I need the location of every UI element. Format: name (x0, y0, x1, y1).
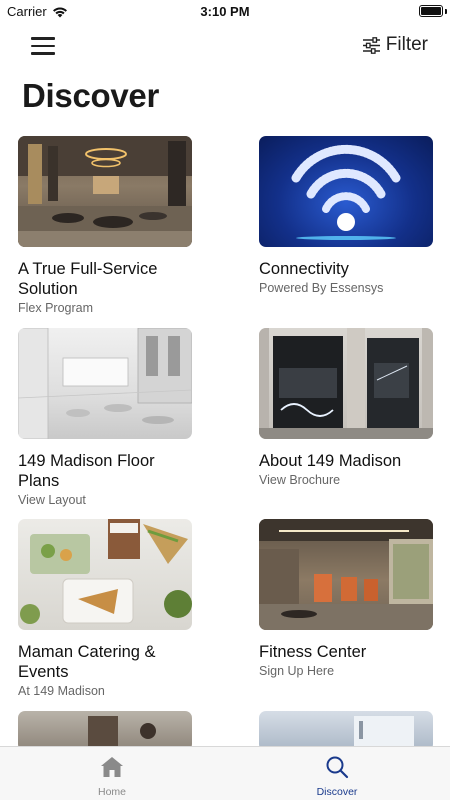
card-about[interactable]: About 149 Madison View Brochure (259, 328, 433, 487)
card-connectivity[interactable]: Connectivity Powered By Essensys (259, 136, 433, 295)
card-partial-image (259, 711, 433, 751)
card-title: About 149 Madison (259, 452, 402, 470)
card-full-service[interactable]: A True Full-Service Solution Flex Progra… (18, 136, 192, 315)
card-title: Fitness Center (259, 643, 367, 661)
tab-home[interactable]: Home (72, 755, 152, 798)
card-title: 149 Madison Floor Plans (18, 452, 155, 490)
card-fitness[interactable]: Fitness Center Sign Up Here (259, 519, 433, 678)
page-title: Discover (22, 77, 160, 114)
menu-icon[interactable] (31, 36, 55, 56)
lounge-interior-image (18, 136, 192, 247)
tab-bar: Home Discover (0, 746, 450, 800)
filter-button[interactable]: Filter (362, 34, 428, 56)
battery-icon (419, 5, 443, 17)
card-floor-plans[interactable]: 149 Madison Floor Plans View Layout (18, 328, 192, 507)
status-bar: Carrier 3:10 PM (0, 0, 450, 24)
card-subtitle: At 149 Madison (18, 684, 105, 698)
catering-food-image (18, 519, 192, 630)
card-title: Connectivity (259, 260, 349, 278)
filter-label: Filter (385, 34, 428, 55)
gym-interior-image (259, 519, 433, 630)
card-partial-right[interactable] (259, 711, 433, 751)
wifi-graphic-image (259, 136, 433, 247)
search-icon (326, 756, 349, 779)
card-subtitle: View Brochure (259, 473, 341, 487)
card-subtitle: Sign Up Here (259, 664, 335, 678)
card-partial-left[interactable] (18, 711, 192, 751)
floor-render-image (18, 328, 192, 439)
card-partial-image (18, 711, 192, 751)
nav-bar: Filter (0, 30, 450, 62)
building-facade-image (259, 328, 433, 439)
card-catering[interactable]: Maman Catering & Events At 149 Madison (18, 519, 192, 698)
card-subtitle: View Layout (18, 493, 86, 507)
tab-discover[interactable]: Discover (297, 755, 377, 798)
sliders-icon (362, 36, 380, 54)
card-subtitle: Flex Program (18, 301, 94, 315)
status-time: 3:10 PM (200, 4, 250, 19)
card-title: Maman Catering & Events (18, 643, 156, 681)
tab-home-label: Home (97, 786, 126, 798)
card-title: A True Full-Service Solution (18, 260, 158, 298)
card-subtitle: Powered By Essensys (259, 281, 384, 295)
home-icon (101, 757, 123, 777)
tab-discover-label: Discover (316, 786, 358, 798)
battery-cap (445, 9, 447, 14)
